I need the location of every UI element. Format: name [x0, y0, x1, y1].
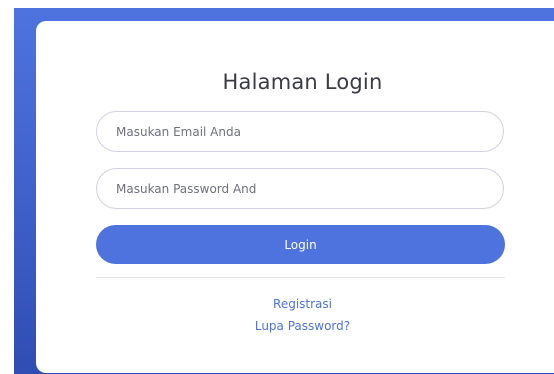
- login-card: Halaman Login Login Registrasi Lupa Pass…: [36, 21, 554, 373]
- forgot-password-link[interactable]: Lupa Password?: [255, 319, 350, 333]
- email-input[interactable]: [96, 111, 504, 152]
- register-link[interactable]: Registrasi: [273, 297, 332, 311]
- divider: [96, 277, 505, 278]
- register-link-row: Registrasi: [36, 297, 554, 311]
- password-input[interactable]: [96, 168, 504, 209]
- page-background: Halaman Login Login Registrasi Lupa Pass…: [14, 8, 554, 374]
- login-button[interactable]: Login: [96, 225, 505, 264]
- page-title: Halaman Login: [222, 70, 383, 94]
- forgot-password-link-row: Lupa Password?: [36, 319, 554, 333]
